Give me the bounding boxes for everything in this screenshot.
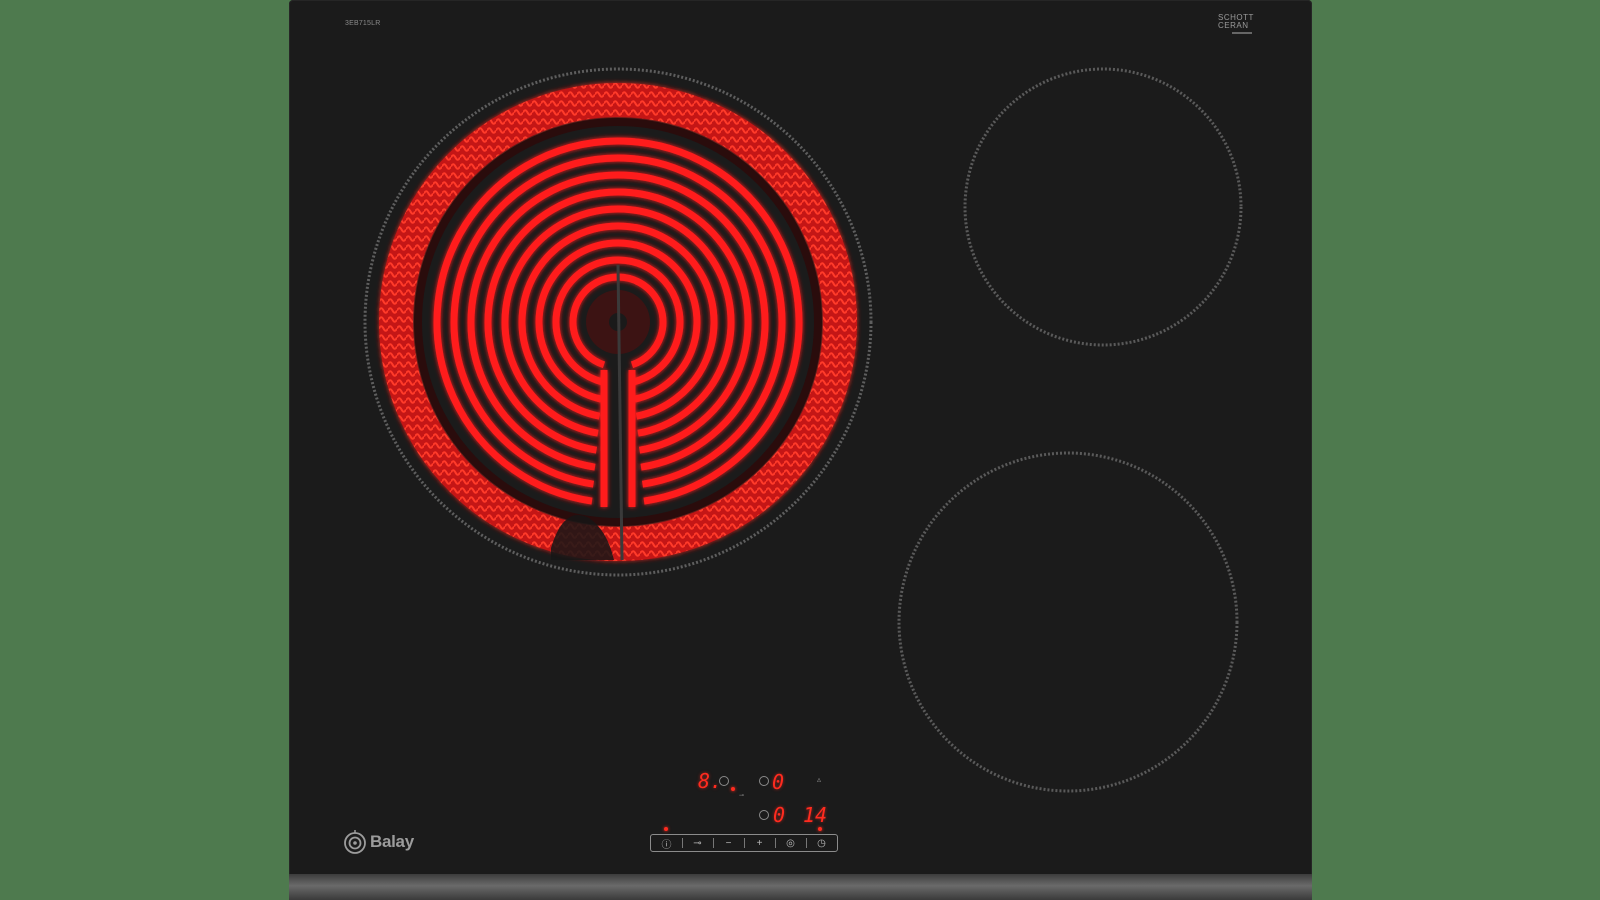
timer-led-dot: [818, 827, 822, 831]
timer-zone-display: 0: [773, 803, 786, 827]
brand-name: Balay: [370, 832, 414, 851]
stainless-frame-edge: [289, 874, 1312, 900]
lock-key-icon: ⊸: [693, 837, 702, 849]
timer-zone-indicator-icon: [759, 810, 769, 820]
timer-button[interactable]: ◷: [806, 835, 837, 851]
active-zone-dot: [731, 787, 735, 791]
power-led-dot: [664, 827, 668, 831]
cooking-zones-layer: [363, 67, 1243, 793]
timer-display: 14: [803, 803, 828, 827]
touch-control-bar: ⓘ ⊸ − + ◎ ◷: [650, 834, 838, 852]
zone-indicator-icon-2: [759, 776, 769, 786]
zone-front-right-medium[interactable]: [897, 451, 1239, 793]
zone-select-icon: ◎: [786, 837, 795, 849]
power-level-display: 0: [772, 770, 785, 794]
power-button[interactable]: ⓘ: [651, 835, 682, 851]
timer-icon: ◷: [817, 837, 826, 849]
power-icon: ⓘ: [661, 839, 672, 851]
zone-select-button[interactable]: ◎: [775, 835, 806, 851]
balay-burner-icon: [344, 830, 366, 854]
minus-button[interactable]: −: [713, 835, 744, 851]
plus-button[interactable]: +: [744, 835, 775, 851]
bell-icon: ▵: [817, 775, 822, 784]
child-lock-button[interactable]: ⊸: [682, 835, 713, 851]
cooktop-glass-panel: 3EB715LR SCHOTT CERAN 8. ⊸ 0 ▵ 0 14 ⓘ ⊸ …: [289, 0, 1312, 900]
zone-front-left-large[interactable]: [363, 67, 873, 577]
balay-logo: Balay: [343, 830, 414, 854]
plus-icon: +: [756, 837, 763, 849]
zone-rear-right-small[interactable]: [963, 67, 1243, 347]
zone-indicator-icon: [719, 776, 729, 786]
key-lock-icon: ⊸: [739, 793, 745, 799]
minus-icon: −: [725, 837, 732, 849]
